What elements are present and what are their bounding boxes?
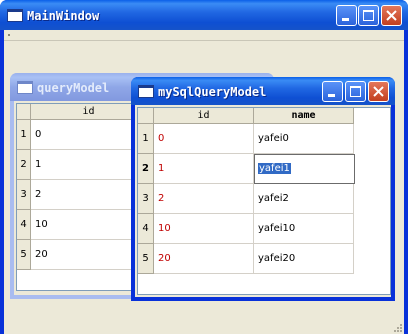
window-icon — [7, 9, 23, 22]
row-header[interactable]: 5 — [17, 240, 31, 270]
table-cell-id[interactable]: 1 — [31, 150, 145, 180]
row-header[interactable]: 1 — [138, 124, 154, 154]
window-icon — [138, 85, 154, 98]
minimize-icon — [342, 18, 349, 21]
close-button[interactable] — [368, 81, 389, 102]
row-header[interactable]: 3 — [17, 180, 31, 210]
maximize-icon — [363, 10, 374, 21]
column-header-name[interactable]: name — [254, 108, 354, 124]
row-header[interactable]: 5 — [138, 244, 154, 274]
column-header-id[interactable]: id — [31, 104, 145, 120]
row-header[interactable]: 4 — [17, 210, 31, 240]
table-cell-id[interactable]: 2 — [31, 180, 145, 210]
row-header[interactable]: 2 — [17, 150, 31, 180]
mysql-query-model-titlebar[interactable]: mySqlQueryModel — [131, 77, 395, 105]
query-model-title: queryModel — [37, 81, 110, 95]
row-header[interactable]: 4 — [138, 214, 154, 244]
table-cell-id[interactable]: 0 — [154, 124, 254, 154]
corner-button[interactable] — [17, 104, 31, 120]
mysql-query-model-table[interactable]: id name 1 0 yafei0 2 1 yafei1 3 2 yafei2… — [137, 107, 391, 295]
close-icon — [373, 86, 384, 97]
minimize-icon — [328, 94, 335, 97]
table-cell-name[interactable]: yafei0 — [254, 124, 354, 154]
cell-editor-text[interactable]: yafei1 — [258, 163, 291, 174]
menu-marker — [8, 34, 10, 36]
corner-button[interactable] — [138, 108, 154, 124]
main-titlebar[interactable]: MainWindow — [0, 0, 408, 30]
table-cell-id[interactable]: 20 — [154, 244, 254, 274]
minimize-button[interactable] — [322, 81, 343, 102]
table-cell-id[interactable]: 2 — [154, 184, 254, 214]
window-icon — [17, 81, 33, 94]
mysql-query-model-window: mySqlQueryModel id name 1 0 yafei0 2 1 y… — [131, 77, 395, 301]
size-grip-icon[interactable] — [391, 321, 403, 333]
maximize-icon — [350, 86, 361, 97]
table-cell-name[interactable]: yafei10 — [254, 214, 354, 244]
row-header[interactable]: 1 — [17, 120, 31, 150]
close-icon — [386, 10, 397, 21]
table-cell-id[interactable]: 20 — [31, 240, 145, 270]
table-cell-id[interactable]: 10 — [154, 214, 254, 244]
maximize-button[interactable] — [358, 5, 379, 26]
mysql-query-model-title: mySqlQueryModel — [158, 85, 267, 99]
menu-bar — [4, 30, 404, 41]
table-cell-id[interactable]: 0 — [31, 120, 145, 150]
close-button[interactable] — [381, 5, 402, 26]
minimize-button[interactable] — [336, 5, 357, 26]
maximize-button[interactable] — [345, 81, 366, 102]
query-model-table[interactable]: id 1 0 2 1 3 2 4 10 5 20 — [16, 103, 146, 291]
table-cell-id[interactable]: 10 — [31, 210, 145, 240]
row-header-current[interactable]: 2 — [138, 154, 154, 184]
row-header[interactable]: 3 — [138, 184, 154, 214]
main-window-title: MainWindow — [27, 9, 100, 23]
table-cell-id[interactable]: 1 — [154, 154, 254, 184]
table-cell-name[interactable]: yafei2 — [254, 184, 354, 214]
mysql-query-model-client: id name 1 0 yafei0 2 1 yafei1 3 2 yafei2… — [135, 105, 391, 297]
table-cell-name[interactable]: yafei20 — [254, 244, 354, 274]
cell-editor[interactable]: yafei1 — [254, 154, 355, 184]
column-header-id[interactable]: id — [154, 108, 254, 124]
